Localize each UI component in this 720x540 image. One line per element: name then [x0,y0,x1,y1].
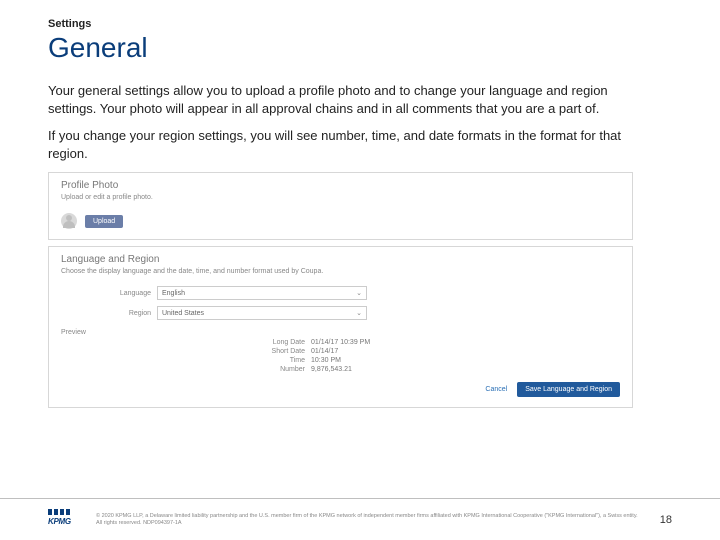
profile-photo-subtitle: Upload or edit a profile photo. [49,194,632,209]
intro-paragraph-2: If you change your region settings, you … [48,127,633,162]
intro-paragraph-1: Your general settings allow you to uploa… [48,82,633,117]
language-select-value: English [162,290,185,297]
slide-footer: KPMG © 2020 KPMG LLP, a Delaware limited… [0,498,720,540]
chevron-down-icon: ⌄ [356,289,362,297]
preview-value-number: 9,876,543.21 [311,366,352,373]
preview-row-number: Number 9,876,543.21 [49,365,632,374]
profile-photo-panel: Profile Photo Upload or edit a profile p… [48,172,633,240]
language-select[interactable]: English ⌄ [157,286,367,300]
preview-row-long-date: Long Date 01/14/17 10:39 PM [49,338,632,347]
region-label: Region [61,310,151,317]
chevron-down-icon: ⌄ [356,309,362,317]
preview-label-short-date: Short Date [61,348,311,355]
kpmg-logo-text: KPMG [48,517,71,526]
preview-label-number: Number [61,366,311,373]
profile-photo-title: Profile Photo [49,173,632,194]
kpmg-logo: KPMG [48,513,78,527]
cancel-link[interactable]: Cancel [485,386,507,393]
preview-row-short-date: Short Date 01/14/17 [49,347,632,356]
preview-label-time: Time [61,357,311,364]
save-language-region-button[interactable]: Save Language and Region [517,382,620,397]
language-region-subtitle: Choose the display language and the date… [49,268,632,283]
avatar-placeholder-icon [61,213,77,229]
eyebrow: Settings [48,18,672,30]
language-region-panel: Language and Region Choose the display l… [48,246,633,408]
copyright-fineprint: © 2020 KPMG LLP, a Delaware limited liab… [96,513,642,526]
page-title: General [48,32,672,64]
preview-label-long-date: Long Date [61,339,311,346]
preview-value-long-date: 01/14/17 10:39 PM [311,339,370,346]
language-region-title: Language and Region [49,247,632,268]
upload-button[interactable]: Upload [85,215,123,228]
preview-header: Preview [49,323,632,338]
preview-value-time: 10:30 PM [311,357,341,364]
preview-value-short-date: 01/14/17 [311,348,338,355]
region-select-value: United States [162,310,204,317]
settings-screenshot: Profile Photo Upload or edit a profile p… [48,172,633,408]
page-number: 18 [660,514,672,526]
region-select[interactable]: United States ⌄ [157,306,367,320]
language-label: Language [61,290,151,297]
preview-row-time: Time 10:30 PM [49,356,632,365]
